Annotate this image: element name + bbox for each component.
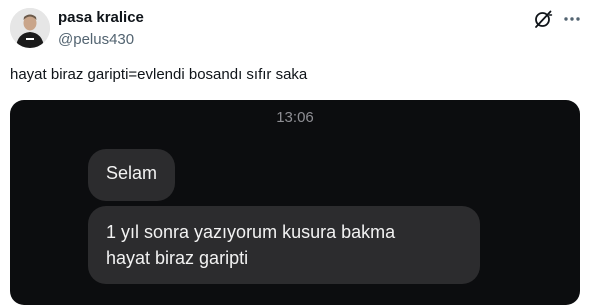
tweet-card: pasa kralice @pelus430 hayat biraz garip… [0,0,600,305]
message-text: Selam [106,163,158,183]
avatar[interactable] [10,8,50,48]
message-text: hayat biraz garipti [106,248,249,268]
author-handle[interactable]: @pelus430 [58,31,134,48]
more-icon[interactable] [562,9,582,29]
message-bubble: Selam [88,149,176,201]
author-name[interactable]: pasa kralice [58,9,144,26]
attached-screenshot[interactable]: 13:06 Selam 1 yıl sonra yazıyorum kusura… [10,100,580,305]
grok-icon[interactable] [533,9,553,29]
message-text: 1 yıl sonra yazıyorum kusura bakma [106,222,396,242]
chat-timestamp: 13:06 [276,109,314,126]
tweet-text: hayat biraz garipti=evlendi bosandı sıfı… [10,66,308,83]
message-bubble: 1 yıl sonra yazıyorum kusura bakma hayat… [88,206,480,284]
